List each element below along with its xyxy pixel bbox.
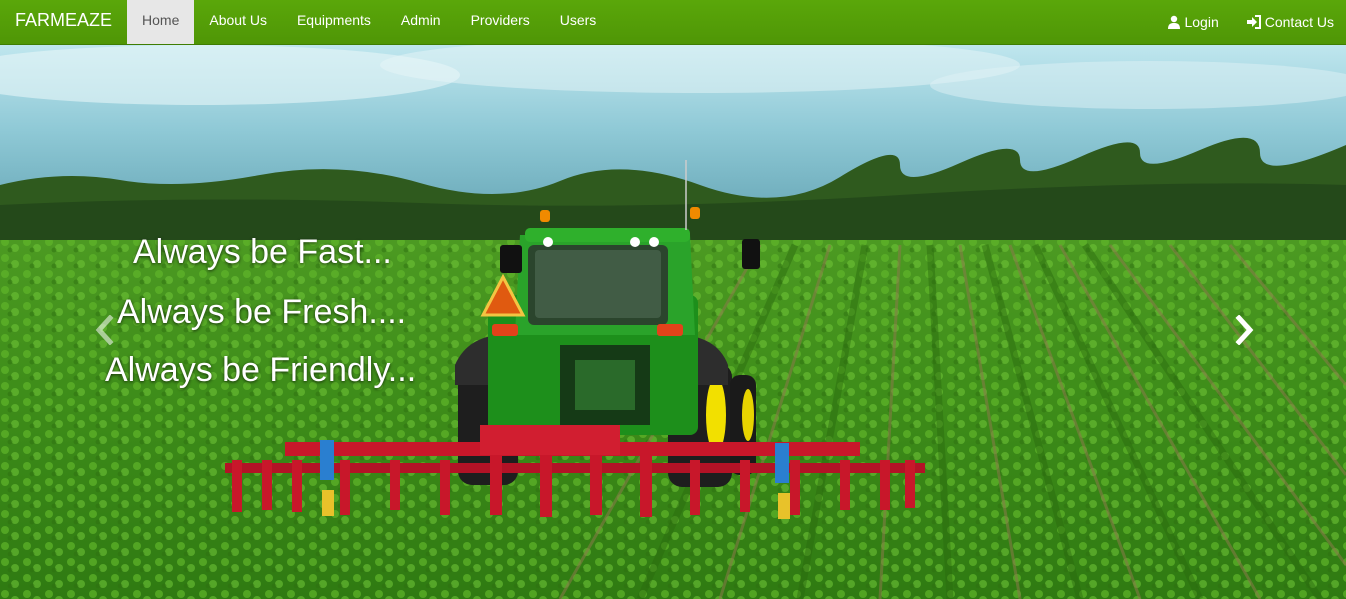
nav-providers[interactable]: Providers [456,0,545,44]
main-nav: Home About Us Equipments Admin Providers… [127,0,611,44]
login-label: Login [1184,13,1219,30]
top-navbar: FARMEAZE Home About Us Equipments Admin … [0,0,1346,45]
nav-users[interactable]: Users [545,0,612,44]
carousel-caption-fresh: Always be Fresh.... [117,293,407,331]
chevron-right-icon [1235,315,1254,345]
nav-right: Login Contact Us [1152,0,1346,44]
log-in-icon [1246,15,1261,29]
carousel-caption-fast: Always be Fast... [133,233,392,271]
nav-about-us[interactable]: About Us [194,0,282,44]
contact-us-link[interactable]: Contact Us [1231,0,1346,44]
chevron-left-icon [95,315,114,345]
nav-admin[interactable]: Admin [386,0,456,44]
carousel-caption-friendly: Always be Friendly... [105,351,417,389]
contact-us-label: Contact Us [1264,13,1334,30]
login-link[interactable]: Login [1152,0,1230,44]
carousel-next-button[interactable] [1230,310,1260,350]
brand-logo[interactable]: FARMEAZE [0,0,127,44]
nav-equipments[interactable]: Equipments [282,0,386,44]
carousel-prev-button[interactable] [89,310,119,350]
user-icon [1168,15,1181,29]
nav-home[interactable]: Home [127,0,195,44]
hero-carousel: Always be Fast... Always be Fresh.... Al… [0,45,1346,599]
